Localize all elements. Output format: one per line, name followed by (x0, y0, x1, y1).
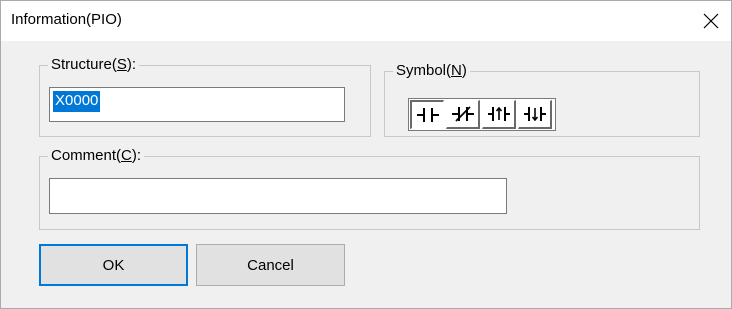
contact-rising-edge-icon (487, 106, 510, 121)
close-button[interactable] (691, 1, 731, 41)
symbol-group: Symbol(N) (384, 61, 700, 137)
close-icon (703, 13, 719, 29)
ok-button[interactable]: OK (39, 244, 188, 286)
symbol-option-nc[interactable] (446, 100, 480, 129)
comment-group: Comment(C): (39, 146, 700, 230)
comment-label: Comment(C): (48, 146, 145, 166)
symbol-option-rising[interactable] (482, 100, 516, 129)
contact-nc-icon (451, 106, 474, 122)
contact-no-icon (416, 108, 439, 122)
dialog-window: Information(PIO) Structure(S): X0000 Sym… (0, 0, 732, 309)
symbol-selector (408, 98, 556, 131)
symbol-option-falling[interactable] (518, 100, 552, 129)
structure-value: X0000 (53, 91, 101, 112)
structure-group: Structure(S): X0000 (39, 55, 371, 137)
symbol-label: Symbol(N) (393, 61, 470, 81)
contact-falling-edge-icon (523, 107, 546, 122)
cancel-button[interactable]: Cancel (196, 244, 345, 286)
comment-input[interactable] (49, 178, 507, 214)
symbol-option-no[interactable] (410, 100, 444, 129)
structure-input[interactable]: X0000 (49, 87, 345, 122)
structure-label: Structure(S): (48, 55, 140, 75)
window-title: Information(PIO) (11, 11, 122, 28)
title-bar: Information(PIO) (1, 1, 731, 41)
